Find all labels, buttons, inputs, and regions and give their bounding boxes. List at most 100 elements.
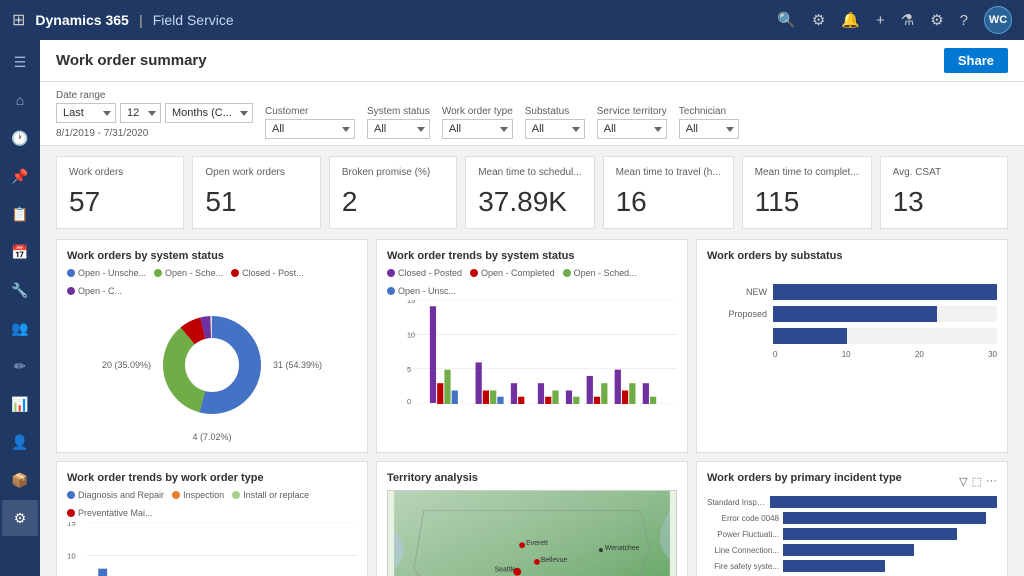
work-order-type-select[interactable]: All bbox=[442, 119, 513, 139]
incident-bar bbox=[783, 528, 957, 540]
incident-label: Fire safety syste... bbox=[707, 562, 779, 571]
kpi-title: Avg. CSAT bbox=[893, 167, 995, 178]
trends-type-title: Work order trends by work order type bbox=[67, 472, 357, 484]
avatar[interactable]: WC bbox=[984, 6, 1012, 34]
incident-label: Line Connection... bbox=[707, 546, 779, 555]
svg-text:15: 15 bbox=[407, 300, 415, 305]
trends-status-title: Work order trends by system status bbox=[387, 250, 677, 262]
sidebar-customers[interactable]: 👥 bbox=[2, 310, 38, 346]
legend-item: Open - Completed bbox=[470, 268, 555, 278]
bell-icon[interactable]: 🔔 bbox=[841, 11, 860, 29]
hbar-fill-new bbox=[773, 284, 997, 300]
export-icon[interactable]: ⬚ bbox=[972, 475, 982, 488]
substatus-label: Substatus bbox=[525, 106, 585, 117]
status-pie-card: Work orders by system status Open - Unsc… bbox=[56, 239, 368, 453]
sidebar-analytics[interactable]: 📊 bbox=[2, 386, 38, 422]
legend-item: Closed - Post... bbox=[231, 268, 304, 278]
kpi-card: Mean time to travel (h... 16 bbox=[603, 156, 734, 229]
incident-bar bbox=[783, 560, 885, 572]
bottom-chart-grid: Work order trends by work order type Dia… bbox=[40, 461, 1024, 576]
incident-bar bbox=[783, 512, 986, 524]
kpi-title: Mean time to complet... bbox=[755, 167, 859, 178]
help-icon[interactable]: ? bbox=[960, 12, 968, 29]
gear-icon[interactable]: ⚙ bbox=[930, 11, 943, 29]
substatus-card: Work orders by substatus NEW Proposed bbox=[696, 239, 1008, 453]
map-area: Everett Bellevue Seattle Tacoma Wenatche… bbox=[387, 490, 677, 576]
status-pie-title: Work orders by system status bbox=[67, 250, 357, 262]
system-status-select[interactable]: All bbox=[367, 119, 430, 139]
sidebar-users[interactable]: 👤 bbox=[2, 424, 38, 460]
nav-actions: 🔍 ⚙ 🔔 + ⚗ ⚙ ? WC bbox=[777, 6, 1012, 34]
svg-text:0: 0 bbox=[407, 397, 411, 404]
kpi-card: Mean time to schedul... 37.89K bbox=[465, 156, 594, 229]
incident-bar bbox=[783, 544, 914, 556]
date-shown: 8/1/2019 - 7/31/2020 bbox=[56, 128, 253, 139]
legend-item: Open - Unsche... bbox=[67, 268, 146, 278]
technician-select[interactable]: All bbox=[679, 119, 739, 139]
svg-text:5: 5 bbox=[407, 365, 411, 374]
hbar-row-new: NEW bbox=[707, 284, 997, 300]
kpi-row: Work orders 57Open work orders 51Broken … bbox=[40, 146, 1024, 239]
sidebar-inventory[interactable]: 📦 bbox=[2, 462, 38, 498]
sidebar-schedule[interactable]: 📅 bbox=[2, 234, 38, 270]
sidebar-menu[interactable]: ☰ bbox=[2, 44, 38, 80]
hbar-label-new: NEW bbox=[707, 287, 767, 297]
plus-icon[interactable]: + bbox=[876, 12, 885, 29]
date-period-select[interactable]: Last bbox=[56, 103, 116, 123]
kpi-title: Work orders bbox=[69, 167, 171, 178]
incidents-header: Work orders by primary incident type ▽ ⬚… bbox=[707, 472, 997, 490]
sidebar-recent[interactable]: 🕐 bbox=[2, 120, 38, 156]
substatus-select[interactable]: All bbox=[525, 119, 585, 139]
incidents-icons: ▽ ⬚ ··· bbox=[959, 475, 997, 488]
svg-text:Bellevue: Bellevue bbox=[541, 557, 568, 564]
hbar-row-3 bbox=[707, 328, 997, 344]
sidebar-settings[interactable]: ⚙ bbox=[2, 500, 38, 536]
kpi-value: 16 bbox=[616, 186, 721, 218]
svg-text:15: 15 bbox=[67, 522, 76, 527]
date-num-select[interactable]: 12 bbox=[120, 103, 161, 123]
more-icon[interactable]: ··· bbox=[986, 475, 997, 488]
sidebar-service[interactable]: 🔧 bbox=[2, 272, 38, 308]
date-range-label: Date range bbox=[56, 90, 253, 101]
sidebar-pinned[interactable]: 📌 bbox=[2, 158, 38, 194]
hbar-label-proposed: Proposed bbox=[707, 309, 767, 319]
donut-label-left: 20 (35.09%) bbox=[102, 360, 151, 370]
map-svg: Everett Bellevue Seattle Tacoma Wenatche… bbox=[388, 491, 676, 576]
territory-card: Territory analysis bbox=[376, 461, 688, 576]
incident-label: Standard Inspec... bbox=[707, 498, 766, 507]
settings-icon[interactable]: ⚙ bbox=[812, 11, 825, 29]
filter-icon[interactable]: ▽ bbox=[959, 475, 967, 488]
legend-item: Open - Sched... bbox=[563, 268, 637, 278]
technician-label: Technician bbox=[679, 106, 739, 117]
filter-technician: Technician All bbox=[679, 106, 739, 139]
app-grid-icon[interactable]: ⊞ bbox=[12, 10, 25, 30]
search-icon[interactable]: 🔍 bbox=[777, 11, 796, 29]
service-territory-select[interactable]: All bbox=[597, 119, 667, 139]
kpi-value: 115 bbox=[755, 186, 859, 218]
kpi-title: Mean time to travel (h... bbox=[616, 167, 721, 178]
filter-icon[interactable]: ⚗ bbox=[901, 11, 914, 29]
kpi-card: Open work orders 51 bbox=[192, 156, 320, 229]
sidebar-edit[interactable]: ✏ bbox=[2, 348, 38, 384]
incidents-card: Work orders by primary incident type ▽ ⬚… bbox=[696, 461, 1008, 576]
trends-status-svg: 15 10 5 0 bbox=[407, 300, 677, 404]
kpi-card: Broken promise (%) 2 bbox=[329, 156, 457, 229]
customer-select[interactable]: All bbox=[265, 119, 355, 139]
hbar-track-3 bbox=[773, 328, 997, 344]
sidebar-workorders[interactable]: 📋 bbox=[2, 196, 38, 232]
donut-area: 20 (35.09%) 31 (54.39%) bbox=[67, 300, 357, 430]
brand-name: Dynamics 365 bbox=[35, 12, 128, 28]
date-unit-select[interactable]: Months (C... bbox=[165, 103, 253, 123]
share-button[interactable]: Share bbox=[944, 48, 1008, 73]
filter-system-status: System status All bbox=[367, 106, 430, 139]
trends-status-legend: Closed - PostedOpen - CompletedOpen - Sc… bbox=[387, 268, 677, 296]
main-content: Work order summary Share Date range Last… bbox=[40, 40, 1024, 576]
filter-service-territory: Service territory All bbox=[597, 106, 667, 139]
filter-work-order-type: Work order type All bbox=[442, 106, 513, 139]
filter-row: Date range Last 12 Months (C... 8/1/2019… bbox=[56, 90, 1008, 139]
filter-date-range: Date range Last 12 Months (C... 8/1/2019… bbox=[56, 90, 253, 139]
kpi-title: Mean time to schedul... bbox=[478, 167, 581, 178]
top-chart-grid: Work orders by system status Open - Unsc… bbox=[40, 239, 1024, 461]
sidebar-home[interactable]: ⌂ bbox=[2, 82, 38, 118]
incidents-title: Work orders by primary incident type bbox=[707, 472, 902, 484]
